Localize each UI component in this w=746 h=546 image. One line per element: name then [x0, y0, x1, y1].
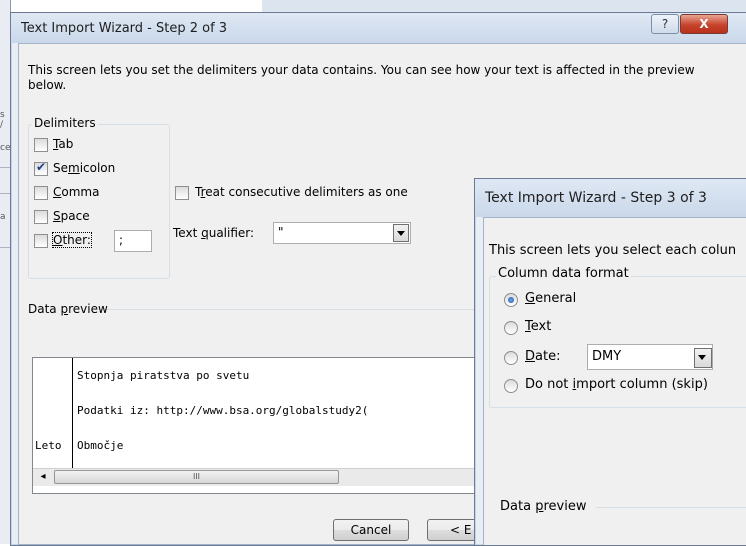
text-radio-label: Text [525, 319, 552, 334]
background-fragment: ce [0, 143, 11, 153]
close-button[interactable]: X [680, 14, 728, 34]
step2-title: Text Import Wizard - Step 2 of 3 [21, 21, 228, 36]
step3-title: Text Import Wizard - Step 3 of 3 [485, 190, 707, 206]
data-preview-label: Data preview [28, 302, 108, 316]
semicolon-checkbox[interactable] [34, 160, 48, 176]
comma-checkbox[interactable] [34, 186, 48, 200]
preview-line-col1: Leto [35, 439, 62, 452]
delimiters-label: Delimiters [32, 116, 98, 130]
tab-checkbox-label: Tab [53, 137, 74, 151]
column-divider [72, 358, 73, 468]
space-checkbox-label: Space [53, 209, 90, 223]
delimiters-group [28, 124, 170, 279]
space-checkbox[interactable] [34, 210, 48, 224]
data-preview-pane[interactable]: Stopnja piratstva po svetu Podatki iz: h… [32, 357, 494, 494]
general-radio-label: General [525, 291, 577, 306]
scroll-left-icon[interactable]: ◂ [35, 470, 51, 484]
wizard-step3-dialog: Text Import Wizard - Step 3 of 3 This sc… [474, 178, 746, 545]
text-qualifier-select[interactable]: " [273, 222, 411, 244]
step2-description: This screen lets you set the delimiters … [28, 63, 695, 92]
text-radio[interactable] [504, 321, 518, 335]
column-format-label: Column data format [496, 266, 631, 281]
other-delimiter-input[interactable]: ; [114, 230, 152, 252]
step3-data-preview-label: Data preview [500, 499, 587, 514]
date-radio-label: Date: [525, 349, 561, 364]
step3-client: This screen lets you select each colun C… [483, 217, 746, 545]
background-fragment: a [0, 212, 6, 222]
other-checkbox-label: Other: [52, 232, 92, 248]
step2-titlebar: Text Import Wizard - Step 2 of 3 ? X [11, 13, 746, 43]
other-checkbox[interactable] [34, 234, 48, 248]
preview-hscrollbar[interactable]: ◂ III [33, 468, 493, 486]
date-format-dropdown-icon[interactable] [694, 348, 712, 368]
semicolon-checkbox-label: Semicolon [53, 161, 116, 175]
date-radio[interactable] [504, 351, 518, 365]
preview-separator [101, 309, 481, 310]
close-icon: X [699, 17, 709, 31]
consecutive-delimiters-label: Treat consecutive delimiters as one [195, 185, 408, 199]
help-icon: ? [661, 17, 669, 31]
tab-checkbox[interactable] [34, 138, 48, 152]
step3-preview-separator [596, 507, 746, 508]
help-button[interactable]: ? [651, 14, 679, 34]
preview-line: Stopnja piratstva po svetu [77, 369, 250, 382]
consecutive-delimiters-checkbox[interactable] [175, 186, 189, 200]
preview-line: Podatki iz: http://www.bsa.org/globalstu… [77, 404, 369, 417]
preview-line-col2: Območje [77, 439, 124, 452]
cancel-button[interactable]: Cancel [333, 519, 409, 541]
background-fragment: s / [0, 110, 5, 130]
general-radio[interactable] [504, 293, 518, 307]
step3-titlebar: Text Import Wizard - Step 3 of 3 [475, 179, 746, 217]
step3-description: This screen lets you select each colun [489, 243, 737, 258]
skip-column-radio-label: Do not import column (skip) [525, 377, 708, 392]
text-qualifier-label: Text qualifier: [173, 226, 255, 240]
scroll-thumb[interactable]: III [54, 470, 339, 484]
comma-checkbox-label: Comma [53, 185, 100, 199]
text-qualifier-dropdown-icon[interactable] [393, 224, 409, 242]
skip-column-radio[interactable] [504, 379, 518, 393]
